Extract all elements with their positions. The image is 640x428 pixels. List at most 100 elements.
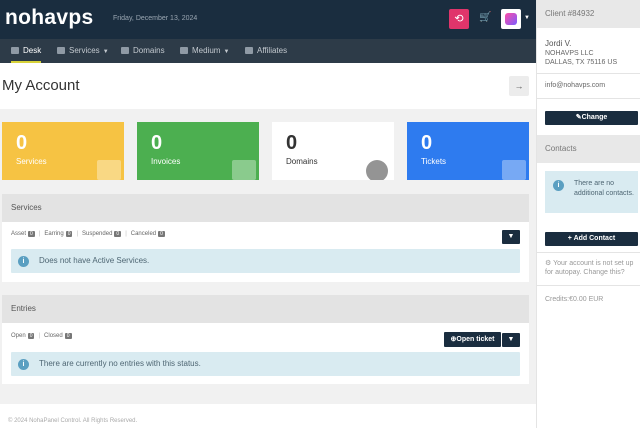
- contacts-info-text: There are no additional contacts.: [574, 180, 634, 197]
- chevron-down-icon[interactable]: ▼: [524, 15, 530, 21]
- nav-medium[interactable]: Medium ▼: [180, 39, 229, 63]
- stat-domains[interactable]: 0 Domains: [272, 122, 394, 180]
- info-icon: i: [18, 359, 29, 370]
- filter-label: Open: [11, 333, 26, 339]
- cart-button[interactable]: 🛒: [479, 12, 491, 24]
- contacts-info-alert: i There are no additional contacts.: [545, 171, 638, 213]
- stat-label: Tickets: [421, 157, 447, 166]
- globe-icon: [366, 160, 388, 180]
- ticket-icon: [502, 160, 526, 180]
- filter-count: 0: [64, 333, 72, 339]
- entries-panel: Open 0 | Closed 0 ⊕Open ticket ▼ i There are…: [2, 323, 529, 384]
- filter-canceled[interactable]: Canceled 0: [131, 231, 165, 237]
- chevron-down-icon: ▼: [102, 49, 109, 55]
- stat-services[interactable]: 0 Services: [2, 122, 124, 180]
- filter-count: 0: [27, 333, 35, 339]
- gear-icon: ⚙: [545, 260, 552, 267]
- top-bar: nohavps Friday, December 13, 2024 ⟲ 🛒 ▼: [0, 0, 536, 39]
- chevron-down-icon: ▼: [223, 49, 230, 55]
- stat-label: Invoices: [151, 157, 181, 166]
- nav-desk-label: Desk: [23, 46, 42, 55]
- filter-icon: ▼: [507, 336, 515, 343]
- divider: [537, 98, 640, 99]
- main-nav: Desk Services ▼ Domains Medium ▼ Affiliate…: [0, 39, 536, 63]
- autopay-notice[interactable]: ⚙ Your account is not set up for autopay…: [545, 259, 640, 277]
- arrow-right-button[interactable]: →: [509, 76, 529, 96]
- filter-icon: ▼: [507, 233, 515, 240]
- filter-count: 0: [65, 231, 73, 237]
- change-label: Change: [581, 114, 608, 121]
- cart-icon: 🛒: [479, 12, 492, 23]
- services-filter-button[interactable]: ▼: [502, 230, 520, 244]
- footer-copyright: © 2024 NohaPanel Control. All Rights Res…: [8, 418, 138, 424]
- client-heading: Client #84932: [537, 0, 640, 28]
- filter-count: 0: [28, 231, 35, 237]
- stat-label: Services: [16, 157, 47, 166]
- entries-panel-heading: Entries: [2, 295, 529, 323]
- filter-label: Canceled: [130, 231, 157, 237]
- stat-tickets[interactable]: 0 Tickets: [407, 122, 529, 180]
- stat-value: 0: [286, 132, 298, 154]
- nav-desk[interactable]: Desk: [11, 39, 42, 63]
- change-button[interactable]: ✎Change: [545, 111, 638, 125]
- refresh-button[interactable]: ⟲: [449, 9, 469, 29]
- stat-label: Domains: [286, 157, 318, 166]
- stat-value: 0: [16, 132, 28, 154]
- logo[interactable]: nohavps: [5, 6, 93, 30]
- info-icon: i: [18, 256, 29, 267]
- arrow-right-icon: →: [514, 81, 524, 91]
- entries-info-text: There are currently no entries with this…: [39, 359, 201, 368]
- box-icon: [97, 160, 121, 180]
- filter-label: Earring: [44, 231, 64, 237]
- filter-suspended[interactable]: Suspended 0: [82, 231, 122, 237]
- services-info-alert: i Does not have Active Services.: [11, 249, 520, 273]
- cart-icon: [57, 47, 65, 54]
- divider: [537, 252, 640, 253]
- client-name: Jordi V.: [545, 39, 572, 48]
- divider: [537, 285, 640, 286]
- client-company: NOHAVPS LLC: [545, 50, 594, 57]
- filter-earring[interactable]: Earring 0: [44, 231, 73, 237]
- services-filters: Asset 0 | Earring 0 | Suspended 0 | Canceled 0: [11, 231, 165, 237]
- info-icon: i: [553, 180, 564, 191]
- nav-domains-label: Domains: [133, 46, 165, 55]
- credits-balance: Credits:€0.00 EUR: [545, 296, 604, 303]
- client-address: DALLAS, TX 75116 US: [545, 59, 618, 66]
- add-contact-button[interactable]: + Add Contact: [545, 232, 638, 246]
- nav-medium-label: Medium: [192, 46, 221, 55]
- services-panel: Asset 0 | Earring 0 | Suspended 0 | Canceled 0 ▼ i…: [2, 222, 529, 282]
- user-avatar[interactable]: [501, 9, 521, 29]
- current-date: Friday, December 13, 2024: [113, 15, 198, 22]
- nav-affiliates-label: Affiliates: [257, 46, 288, 55]
- services-panel-heading: Services: [2, 194, 529, 222]
- medium-icon: [180, 47, 188, 54]
- filter-count: 0: [158, 231, 165, 237]
- entries-filter-button[interactable]: ▼: [502, 333, 520, 347]
- page-title: My Account: [2, 77, 80, 94]
- filter-label: Closed: [44, 333, 63, 339]
- entries-info-alert: i There are currently no entries with th…: [11, 352, 520, 376]
- services-info-text: Does not have Active Services.: [39, 256, 150, 265]
- desk-icon: [11, 47, 19, 54]
- filter-label: Suspended: [82, 231, 113, 237]
- client-sidebar: Client #84932 Jordi V. NOHAVPS LLC DALLA…: [536, 0, 640, 428]
- filter-open[interactable]: Open 0: [11, 333, 35, 339]
- divider: [537, 73, 640, 74]
- filter-asset[interactable]: Asset 0: [11, 231, 35, 237]
- stat-invoices[interactable]: 0 Invoices: [137, 122, 259, 180]
- filter-closed[interactable]: Closed 0: [44, 333, 72, 339]
- filter-label: Asset: [11, 231, 27, 237]
- nav-affiliates[interactable]: Affiliates: [245, 39, 287, 63]
- nav-services[interactable]: Services ▼: [57, 39, 109, 63]
- filter-count: 0: [114, 231, 122, 237]
- affiliates-icon: [245, 47, 253, 54]
- domains-icon: [121, 47, 129, 54]
- stat-value: 0: [421, 132, 433, 154]
- autopay-text: Your account is not set up for autopay. …: [545, 260, 634, 276]
- client-email[interactable]: info@nohavps.com: [545, 81, 605, 90]
- open-ticket-button[interactable]: ⊕Open ticket: [444, 332, 501, 347]
- nav-services-label: Services: [69, 46, 100, 55]
- main-content: My Account → 0 Services 0 Invoices 0 Dom…: [0, 63, 536, 428]
- invoice-icon: [232, 160, 256, 180]
- nav-domains[interactable]: Domains: [121, 39, 165, 63]
